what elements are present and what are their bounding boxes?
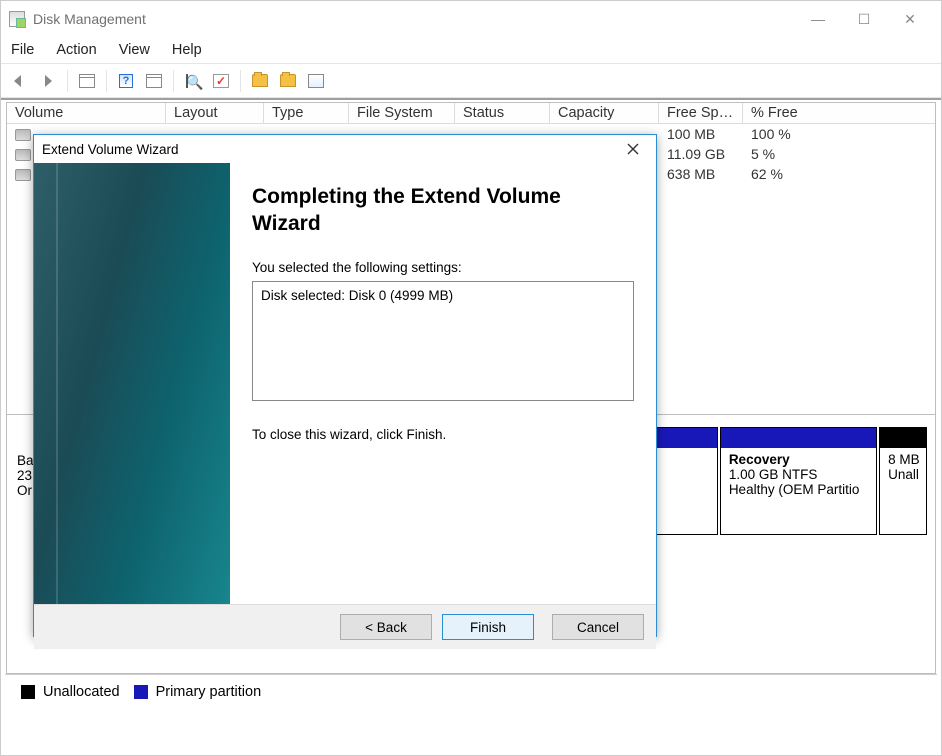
- folder-icon: [280, 74, 296, 87]
- volume-icon: [15, 149, 31, 161]
- dialog-title: Extend Volume Wizard: [42, 142, 179, 157]
- folder-icon: [252, 74, 268, 87]
- toolbar: 🔍 ✓: [1, 64, 941, 98]
- scan-button[interactable]: 🔍: [182, 70, 204, 92]
- partition-size: 1.00 GB NTFS: [729, 467, 818, 482]
- minimize-button[interactable]: —: [795, 4, 841, 34]
- col-pctfree[interactable]: % Free: [743, 103, 935, 123]
- arrow-right-icon: [40, 74, 56, 88]
- cell-freespace: 100 MB: [659, 124, 743, 144]
- help-icon: [119, 74, 133, 88]
- legend-swatch-primary: [134, 685, 148, 699]
- nav-forward-button[interactable]: [37, 70, 59, 92]
- refresh-button[interactable]: [76, 70, 98, 92]
- window-titlebar: Disk Management — ☐ ✕: [1, 1, 941, 37]
- dialog-close-button[interactable]: [618, 138, 648, 160]
- window-title: Disk Management: [33, 11, 795, 27]
- wizard-hint: To close this wizard, click Finish.: [252, 427, 634, 442]
- extend-volume-wizard-dialog: Extend Volume Wizard Completing the Exte…: [33, 134, 657, 637]
- col-freespace[interactable]: Free Sp…: [659, 103, 743, 123]
- cell-freespace: 11.09 GB: [659, 144, 743, 164]
- table-icon: [79, 74, 95, 88]
- wizard-sidebar-image: [34, 163, 230, 604]
- partition-status: Unall: [888, 467, 919, 482]
- back-button[interactable]: < Back: [340, 614, 432, 640]
- wizard-settings-box: Disk selected: Disk 0 (4999 MB): [252, 281, 634, 401]
- folder-button[interactable]: [277, 70, 299, 92]
- arrow-left-icon: [12, 74, 28, 88]
- table-header: Volume Layout Type File System Status Ca…: [7, 103, 935, 124]
- properties-icon: [308, 74, 324, 88]
- partition-size: 8 MB: [888, 452, 920, 467]
- col-filesystem[interactable]: File System: [349, 103, 455, 123]
- col-status[interactable]: Status: [455, 103, 550, 123]
- col-capacity[interactable]: Capacity: [550, 103, 659, 123]
- dialog-footer: < Back Finish Cancel: [34, 604, 656, 649]
- cell-pctfree: 100 %: [743, 124, 935, 144]
- help-button[interactable]: [115, 70, 137, 92]
- legend-label-unallocated: Unallocated: [43, 684, 120, 700]
- dialog-titlebar: Extend Volume Wizard: [34, 135, 656, 163]
- check-icon: ✓: [213, 74, 229, 88]
- wizard-heading: Completing the Extend Volume Wizard: [252, 183, 634, 238]
- cell-freespace: 638 MB: [659, 164, 743, 184]
- legend: Unallocated Primary partition: [5, 674, 937, 708]
- menu-bar: File Action View Help: [1, 37, 941, 63]
- cancel-button[interactable]: Cancel: [552, 614, 644, 640]
- menu-action[interactable]: Action: [56, 42, 96, 58]
- col-type[interactable]: Type: [264, 103, 349, 123]
- partition-status: Healthy (OEM Partitio: [729, 482, 860, 497]
- partition-recovery[interactable]: Recovery 1.00 GB NTFS Healthy (OEM Parti…: [720, 427, 877, 535]
- partition-title: Recovery: [729, 452, 790, 467]
- magnifier-icon: 🔍: [186, 74, 200, 88]
- maximize-button[interactable]: ☐: [841, 4, 887, 34]
- legend-label-primary: Primary partition: [156, 684, 262, 700]
- menu-file[interactable]: File: [11, 42, 34, 58]
- finish-button[interactable]: Finish: [442, 614, 534, 640]
- volume-icon: [15, 129, 31, 141]
- close-window-button[interactable]: ✕: [887, 4, 933, 34]
- list-button[interactable]: [143, 70, 165, 92]
- menu-view[interactable]: View: [119, 42, 150, 58]
- menu-help[interactable]: Help: [172, 42, 202, 58]
- col-volume[interactable]: Volume: [7, 103, 166, 123]
- app-icon: [9, 11, 25, 27]
- legend-swatch-unallocated: [21, 685, 35, 699]
- list-icon: [146, 74, 162, 88]
- wizard-subheading: You selected the following settings:: [252, 260, 634, 275]
- col-layout[interactable]: Layout: [166, 103, 264, 123]
- cell-pctfree: 5 %: [743, 144, 935, 164]
- nav-back-button[interactable]: [9, 70, 31, 92]
- check-button[interactable]: ✓: [210, 70, 232, 92]
- cell-pctfree: 62 %: [743, 164, 935, 184]
- properties-button[interactable]: [305, 70, 327, 92]
- folder-up-button[interactable]: [249, 70, 271, 92]
- volume-icon: [15, 169, 31, 181]
- wizard-settings-text: Disk selected: Disk 0 (4999 MB): [261, 288, 453, 303]
- partition-unallocated[interactable]: 8 MB Unall: [879, 427, 927, 535]
- close-icon: [627, 143, 639, 155]
